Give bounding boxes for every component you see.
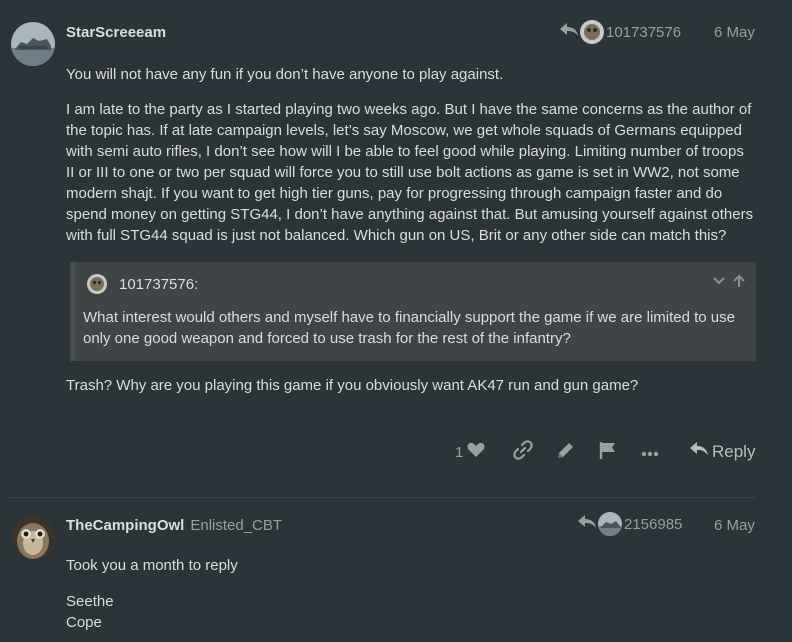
post-actions: 1 Reply <box>0 440 792 464</box>
more-options-button[interactable] <box>641 440 659 464</box>
pencil-icon <box>556 441 575 464</box>
copy-link-button[interactable] <box>513 440 533 464</box>
ellipsis-icon <box>641 444 659 461</box>
username-text: TheCampingOwl <box>66 517 185 534</box>
edit-button[interactable] <box>556 440 575 464</box>
quote-avatar <box>87 274 107 294</box>
link-icon <box>513 440 533 464</box>
quote-controls <box>712 274 746 292</box>
avatar[interactable] <box>11 515 55 559</box>
quote-text: What interest would others and myself ha… <box>83 309 735 347</box>
flag-icon <box>599 441 616 463</box>
flag-button[interactable] <box>599 440 616 464</box>
avatar[interactable] <box>11 22 55 66</box>
post-thecampingowl: TheCampingOwl Enlisted_CBT 2156985 6 May … <box>0 498 792 642</box>
reply-to-indicator[interactable]: 101737576 <box>560 20 681 44</box>
reply-arrow-icon <box>578 515 596 533</box>
reply-to-id: 101737576 <box>606 23 682 41</box>
like-count: 1 <box>455 443 464 461</box>
username[interactable]: StarScreeeam <box>66 24 166 41</box>
post-paragraph: Took you a month to reply <box>66 557 238 574</box>
reply-label: Reply <box>712 442 756 461</box>
post-paragraph: Cope <box>66 614 102 631</box>
post-date[interactable]: 6 May <box>714 24 755 41</box>
arrow-up-icon[interactable] <box>732 274 746 292</box>
like-button[interactable]: 1 <box>455 440 485 464</box>
username[interactable]: TheCampingOwl Enlisted_CBT <box>66 517 282 534</box>
reply-to-avatar <box>598 512 622 536</box>
post-paragraph: I am late to the party as I started play… <box>66 101 754 244</box>
heart-icon <box>467 442 485 462</box>
quote-header: 101737576: <box>87 274 198 294</box>
user-group[interactable]: Enlisted_CBT <box>190 517 282 534</box>
reply-button[interactable]: Reply <box>690 440 755 464</box>
post-starscreeeam: StarScreeeam 101737576 6 May You will no… <box>0 0 792 497</box>
chevron-down-icon[interactable] <box>712 274 726 292</box>
reply-arrow-icon <box>690 442 708 462</box>
quote-block: 101737576: What interest would others an… <box>70 262 756 361</box>
reply-to-id: 2156985 <box>624 515 683 533</box>
post-paragraph: Seethe <box>66 593 114 610</box>
post-paragraph: Trash? Why are you playing this game if … <box>66 377 639 394</box>
reply-to-avatar <box>580 20 604 44</box>
quote-author: 101737576: <box>119 275 199 293</box>
post-date[interactable]: 6 May <box>714 517 755 534</box>
reply-to-indicator[interactable]: 2156985 <box>578 512 682 536</box>
post-paragraph: You will not have any fun if you don’t h… <box>66 66 504 83</box>
reply-arrow-icon <box>560 23 578 41</box>
